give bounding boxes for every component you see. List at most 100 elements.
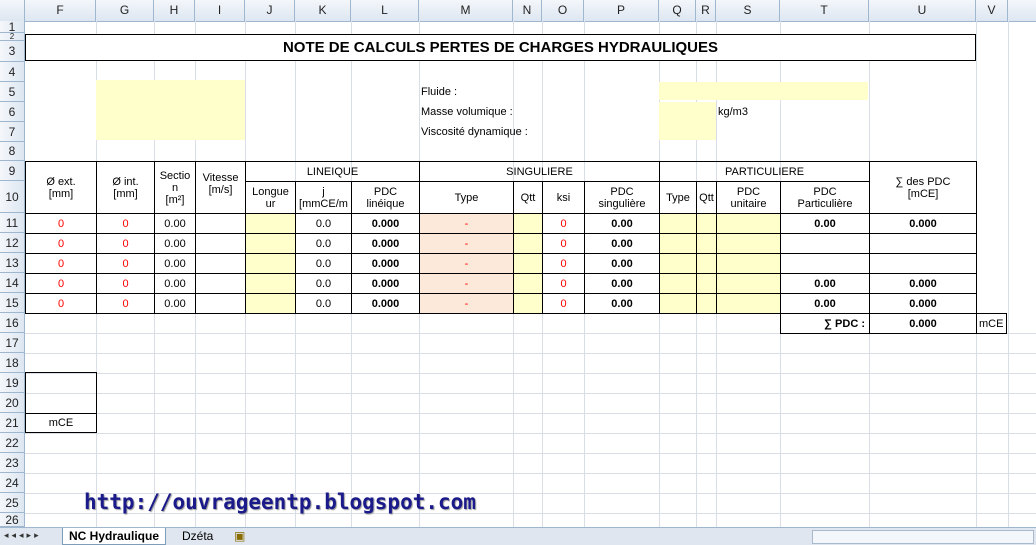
horizontal-scrollbar[interactable] — [812, 530, 1034, 544]
cell-section[interactable]: 0.00 — [154, 213, 196, 234]
cell-ext[interactable]: 0 — [25, 273, 97, 294]
cell-type-particuliere[interactable] — [659, 213, 697, 234]
row-header-17[interactable]: 17 — [0, 333, 25, 353]
tab-dzeta[interactable]: Dzéta — [176, 528, 219, 544]
cell-qtt[interactable] — [513, 273, 543, 294]
row-header-25[interactable]: 25 — [0, 493, 25, 513]
cell-int[interactable]: 0 — [96, 213, 155, 234]
input-area-left[interactable] — [96, 80, 245, 140]
cell-ksi[interactable]: 0 — [542, 233, 585, 254]
cell-pdc-singuliere[interactable]: 0.00 — [584, 233, 660, 254]
row-header-23[interactable]: 23 — [0, 453, 25, 473]
cell-pdc-unitaire[interactable] — [716, 233, 781, 254]
row-header-4[interactable]: 4 — [0, 62, 25, 82]
row-header-22[interactable]: 22 — [0, 433, 25, 453]
cell-vitesse[interactable] — [195, 293, 246, 314]
cell-int[interactable]: 0 — [96, 273, 155, 294]
cell-type[interactable]: - — [419, 213, 514, 234]
cell-sum-pdc[interactable]: 0.000 — [869, 273, 977, 294]
cell-pdc-singuliere[interactable]: 0.00 — [584, 293, 660, 314]
cell-ksi[interactable]: 0 — [542, 293, 585, 314]
cell-ksi[interactable]: 0 — [542, 213, 585, 234]
cell-longueur[interactable] — [245, 273, 296, 294]
fluide-input[interactable] — [659, 82, 868, 100]
cell-section[interactable]: 0.00 — [154, 273, 196, 294]
col-header-F[interactable]: F — [25, 0, 96, 21]
cell-ksi[interactable]: 0 — [542, 253, 585, 274]
cell-pdc-particuliere[interactable] — [780, 253, 870, 274]
col-header-K[interactable]: K — [295, 0, 351, 21]
row-header-9[interactable]: 9 — [0, 161, 25, 181]
col-header-P[interactable]: P — [584, 0, 659, 21]
cell-qtt[interactable] — [513, 293, 543, 314]
cell-type-particuliere[interactable] — [659, 233, 697, 254]
cell-longueur[interactable] — [245, 233, 296, 254]
cell-vitesse[interactable] — [195, 273, 246, 294]
col-header-G[interactable]: G — [96, 0, 154, 21]
col-header-O[interactable]: O — [542, 0, 584, 21]
cell-section[interactable]: 0.00 — [154, 293, 196, 314]
cell-pdc-unitaire[interactable] — [716, 293, 781, 314]
row-header-16[interactable]: 16 — [0, 313, 25, 333]
side-box[interactable] — [25, 372, 97, 414]
cell-type[interactable]: - — [419, 273, 514, 294]
row-header-5[interactable]: 5 — [0, 82, 25, 102]
cell-pdc-particuliere[interactable] — [780, 233, 870, 254]
row-header-3[interactable]: 3 — [0, 41, 25, 62]
col-header-V[interactable]: V — [976, 0, 1008, 21]
row-header-20[interactable]: 20 — [0, 393, 25, 413]
cell-pdc-unitaire[interactable] — [716, 273, 781, 294]
row-header-10[interactable]: 10 — [0, 181, 25, 213]
cell-sum-pdc[interactable] — [869, 233, 977, 254]
cell-type-particuliere[interactable] — [659, 253, 697, 274]
cell-int[interactable]: 0 — [96, 253, 155, 274]
col-header-L[interactable]: L — [351, 0, 419, 21]
row-header-13[interactable]: 13 — [0, 253, 25, 273]
cell-longueur[interactable] — [245, 213, 296, 234]
cell-pdc-lineique[interactable]: 0.000 — [351, 233, 420, 254]
cell-qtt[interactable] — [513, 213, 543, 234]
row-header-14[interactable]: 14 — [0, 273, 25, 293]
cell-pdc-particuliere[interactable]: 0.00 — [780, 273, 870, 294]
col-header-M[interactable]: M — [419, 0, 513, 21]
col-header-R[interactable]: R — [696, 0, 716, 21]
row-header-18[interactable]: 18 — [0, 353, 25, 373]
cell-pdc-unitaire[interactable] — [716, 213, 781, 234]
cell-int[interactable]: 0 — [96, 233, 155, 254]
cell-ext[interactable]: 0 — [25, 233, 97, 254]
cell-j[interactable]: 0.0 — [295, 253, 352, 274]
cell-j[interactable]: 0.0 — [295, 273, 352, 294]
row-header-2[interactable]: 2 — [0, 32, 25, 41]
row-header-7[interactable]: 7 — [0, 122, 25, 142]
tab-nc-hydraulique[interactable]: NC Hydraulique — [62, 528, 167, 545]
cell-sum-pdc[interactable]: 0.000 — [869, 213, 977, 234]
cell-ext[interactable]: 0 — [25, 213, 97, 234]
cell-j[interactable]: 0.0 — [295, 293, 352, 314]
cell-pdc-lineique[interactable]: 0.000 — [351, 253, 420, 274]
cell-qtt-particuliere[interactable] — [696, 253, 717, 274]
tab-scroll-arrows[interactable]: ◂◂◂▸▸ — [4, 530, 42, 541]
cell-pdc-lineique[interactable]: 0.000 — [351, 293, 420, 314]
row-header-21[interactable]: 21 — [0, 413, 25, 433]
cell-qtt[interactable] — [513, 233, 543, 254]
row-header-11[interactable]: 11 — [0, 213, 25, 233]
row-header-26[interactable]: 26 — [0, 513, 25, 527]
cell-sum-pdc[interactable] — [869, 253, 977, 274]
cell-ksi[interactable]: 0 — [542, 273, 585, 294]
cell-type-particuliere[interactable] — [659, 273, 697, 294]
cell-ext[interactable]: 0 — [25, 293, 97, 314]
cell-pdc-particuliere[interactable]: 0.00 — [780, 213, 870, 234]
cell-section[interactable]: 0.00 — [154, 253, 196, 274]
cell-pdc-singuliere[interactable]: 0.00 — [584, 273, 660, 294]
cell-vitesse[interactable] — [195, 253, 246, 274]
cell-qtt-particuliere[interactable] — [696, 233, 717, 254]
cell-qtt-particuliere[interactable] — [696, 273, 717, 294]
masse-viscosite-input[interactable] — [659, 102, 716, 140]
row-header-6[interactable]: 6 — [0, 102, 25, 122]
page-title[interactable]: NOTE DE CALCULS PERTES DE CHARGES HYDRAU… — [25, 34, 976, 61]
col-header-J[interactable]: J — [245, 0, 295, 21]
cell-vitesse[interactable] — [195, 233, 246, 254]
cell-longueur[interactable] — [245, 253, 296, 274]
col-header-H[interactable]: H — [154, 0, 195, 21]
cell-int[interactable]: 0 — [96, 293, 155, 314]
